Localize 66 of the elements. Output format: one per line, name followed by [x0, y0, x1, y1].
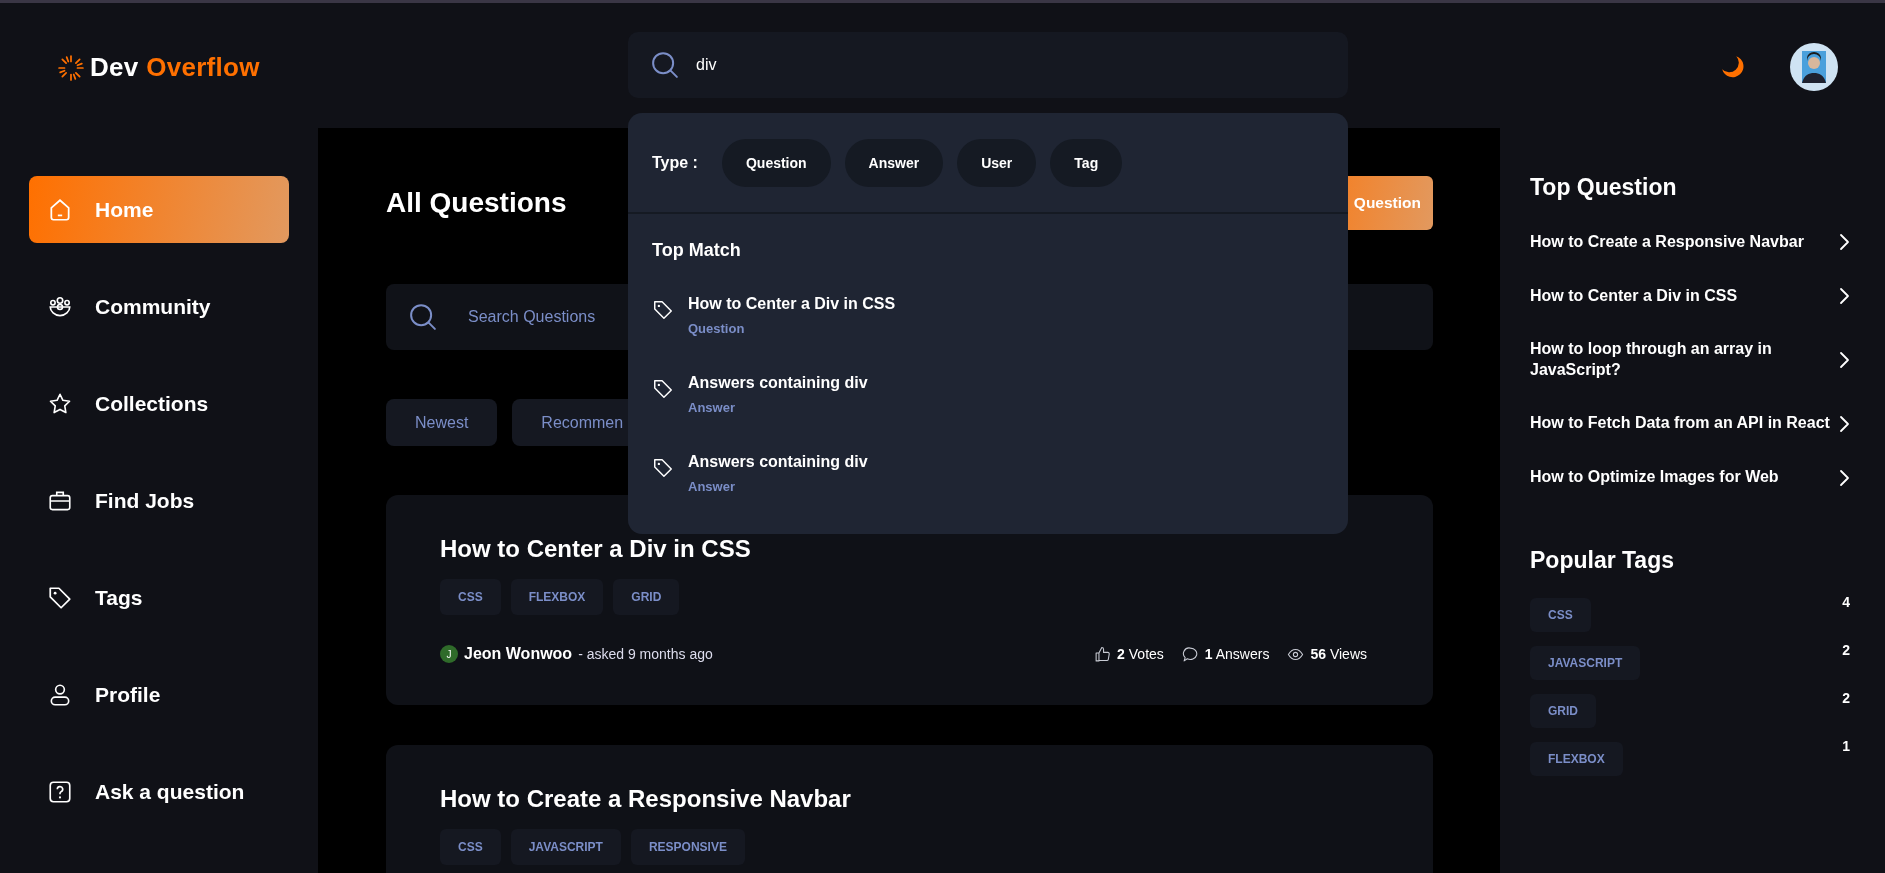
nav-link[interactable]: Community — [29, 273, 289, 340]
tag-icon — [652, 457, 674, 479]
nav-link[interactable]: Collections — [29, 370, 289, 437]
nav-link[interactable]: Tags — [29, 564, 289, 631]
tag-count: 2 — [1842, 641, 1850, 658]
search-icon — [650, 50, 680, 80]
chevron-right-icon — [1838, 413, 1850, 434]
tag-count: 1 — [1842, 737, 1850, 754]
moon-icon[interactable] — [1720, 54, 1746, 80]
answers-count: 1 Answers — [1204, 646, 1270, 662]
logo-icon — [58, 54, 84, 81]
tag-chip[interactable]: JAVASCRIPT — [1530, 645, 1641, 680]
comment-icon — [1181, 645, 1199, 663]
type-filter-button[interactable]: Tag — [1050, 139, 1123, 187]
nav-link[interactable]: Ask a question — [29, 758, 289, 825]
type-label: Type : — [652, 154, 698, 172]
top-question-link[interactable]: How to Center a Div in CSS — [1530, 285, 1738, 307]
global-search-field[interactable]: div — [628, 32, 1348, 98]
nav-link[interactable]: Profile — [29, 661, 289, 728]
question-title[interactable]: How to Create a Responsive Navbar — [440, 785, 1379, 813]
type-filter-button[interactable]: Question — [721, 139, 831, 187]
question-icon — [47, 778, 73, 805]
search-icon — [408, 302, 438, 332]
tag-icon — [47, 584, 73, 611]
filter-button[interactable]: Newest — [386, 399, 498, 446]
votes-count: 2 Votes — [1117, 646, 1164, 662]
result-type: Answer — [688, 479, 736, 494]
nav-link[interactable]: Find Jobs — [29, 467, 289, 534]
chevron-right-icon — [1838, 286, 1850, 306]
tag-chip[interactable]: CSS — [1530, 597, 1591, 632]
author-name[interactable]: Jeon Wonwoo — [464, 645, 573, 663]
type-filter-button[interactable]: Answer — [844, 139, 944, 187]
chevron-right-icon — [1838, 349, 1850, 370]
tag-chip[interactable]: JAVASCRIPT — [510, 829, 621, 865]
tag-chip[interactable]: FLEXBOX — [1530, 741, 1623, 776]
tag-chip[interactable]: CSS — [440, 829, 501, 865]
chevron-right-icon — [1838, 467, 1850, 488]
tag-chip[interactable]: RESPONSIVE — [630, 829, 745, 865]
top-question-link[interactable]: How to Fetch Data from an API in React — [1530, 413, 1830, 434]
popular-tags-heading: Popular Tags — [1530, 546, 1675, 574]
tag-icon — [652, 378, 674, 400]
top-questions-heading: Top Question — [1530, 174, 1678, 201]
author-avatar: J — [440, 645, 458, 663]
asked-time: - asked 9 months ago — [578, 646, 713, 662]
result-title[interactable]: How to Center a Div in CSS — [688, 295, 896, 313]
tag-icon — [652, 299, 674, 321]
top-question-link[interactable]: How to Create a Responsive Navbar — [1530, 231, 1804, 253]
page-title: All Questions — [386, 187, 567, 219]
result-type: Question — [688, 321, 746, 336]
result-title[interactable]: Answers containing div — [688, 374, 868, 392]
chevron-right-icon — [1838, 232, 1850, 252]
top-question-link[interactable]: How to loop through an array in JavaScript? — [1530, 339, 1830, 381]
tag-count: 2 — [1842, 689, 1850, 706]
top-question-link[interactable]: How to Optimize Images for Web — [1530, 467, 1779, 488]
result-title[interactable]: Answers containing div — [688, 453, 868, 471]
type-filter-button[interactable]: User — [957, 139, 1037, 187]
top-match-heading: Top Match — [652, 240, 742, 261]
question-title[interactable]: How to Center a Div in CSS — [440, 535, 1379, 563]
tag-chip[interactable]: GRID — [1530, 693, 1596, 728]
tag-chip[interactable]: CSS — [440, 579, 501, 615]
views-count: 56 Views — [1310, 646, 1367, 662]
logo-text: Dev Overflow — [90, 52, 260, 83]
thumbs-up-icon — [1094, 645, 1112, 663]
tag-chip[interactable]: GRID — [613, 579, 680, 615]
tag-count: 4 — [1842, 593, 1850, 610]
tag-chip[interactable]: FLEXBOX — [510, 579, 604, 615]
